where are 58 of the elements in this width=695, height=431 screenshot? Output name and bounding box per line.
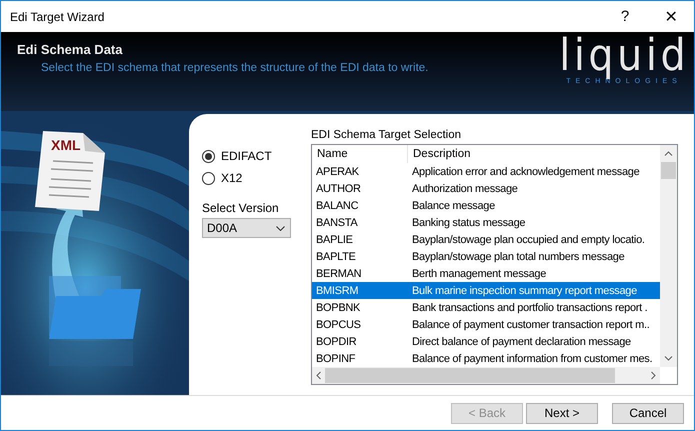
description-cell-text: Bulk marine inspection summary report message (411, 284, 638, 296)
description-cell-text: Balance message (411, 200, 496, 212)
name-cell-text: BOPDIR (315, 336, 358, 348)
name-cell-text: BAPLTE (315, 250, 357, 262)
description-cell-text: Application error and acknowledgement message (411, 166, 640, 178)
schema-row[interactable]: BMISRM Bulk marine inspection summary report message (312, 282, 660, 299)
standard-radio[interactable]: X12 (202, 167, 302, 189)
version-label: Select Version (202, 201, 280, 215)
scroll-thumb[interactable] (661, 162, 676, 179)
name-cell-text: AUTHOR (315, 182, 362, 194)
help-button[interactable]: ? (602, 1, 648, 32)
name-cell-text: BOPINF (315, 352, 356, 364)
version-dropdown[interactable]: D00A (202, 218, 291, 238)
description-cell-text: Direct balance of payment declaration message (411, 336, 632, 348)
schema-row[interactable]: BAPLIE Bayplan/stowage plan occupied and empty locatio. (312, 231, 660, 248)
schema-row[interactable]: BOPCUS Balance of payment customer transaction report m.. (312, 316, 660, 333)
column-header[interactable]: Name (312, 145, 408, 163)
name-cell-text: BERMAN (315, 268, 362, 280)
page-description: Select the EDI schema that represents the structure of the EDI data to write. (40, 62, 428, 74)
name-cell-text: BOPBNK (315, 302, 362, 314)
schema-row[interactable]: BOPBNK Bank transactions and portfolio transactions report . (312, 299, 660, 316)
standard-radio[interactable]: EDIFACT (202, 145, 302, 167)
schema-row[interactable]: APERAK Application error and acknowledgement message (312, 163, 660, 180)
page-heading: Edi Schema Data (17, 42, 124, 57)
name-cell-text: BMISRM (315, 284, 360, 296)
name-cell-text: APERAK (315, 166, 360, 178)
scroll-thumb[interactable] (325, 368, 615, 383)
schema-row[interactable]: BOPDIR Direct balance of payment declaration message (312, 333, 660, 350)
name-cell-text: BALANC (315, 200, 360, 212)
vertical-scrollbar[interactable] (660, 145, 677, 367)
radio-label: EDIFACT (221, 149, 272, 163)
name-cell-text: BANSTA (315, 216, 358, 228)
window-title: Edi Target Wizard (10, 10, 106, 24)
schema-row[interactable]: BOPINF Balance of payment information from customer mes. (312, 350, 660, 367)
description-cell-text: Banking status message (411, 216, 526, 228)
column-header[interactable]: Description (408, 145, 648, 163)
document-label: XML (51, 137, 81, 153)
schema-row[interactable]: BALANC Balance message (312, 197, 660, 214)
list-title: EDI Schema Target Selection (311, 129, 462, 141)
wizard-button[interactable]: Cancel (612, 402, 684, 424)
schema-row[interactable]: BERMAN Berth management message (312, 265, 660, 282)
description-cell-text: Bayplan/stowage plan total numbers message (411, 250, 626, 262)
radio-label: X12 (221, 171, 242, 185)
description-cell-text: Bank transactions and portfolio transactions report . (411, 302, 648, 314)
schema-row[interactable]: BANSTA Banking status message (312, 214, 660, 231)
horizontal-scrollbar[interactable] (312, 367, 660, 384)
schema-row[interactable]: BAPLTE Bayplan/stowage plan total numbers message (312, 248, 660, 265)
description-cell-text: Balance of payment customer transaction report m.. (411, 318, 651, 330)
name-cell-text: BOPCUS (315, 318, 362, 330)
schema-row[interactable]: AUTHOR Authorization message (312, 180, 660, 197)
description-cell-text: Balance of payment information from customer mes. (411, 352, 654, 364)
description-cell-text: Bayplan/stowage plan occupied and empty locatio. (411, 234, 646, 246)
chevron-icon (276, 226, 285, 230)
description-cell-text: Berth management message (411, 268, 548, 280)
name-cell-text: BAPLIE (315, 234, 354, 246)
close-button[interactable]: ✕ (648, 1, 694, 32)
wizard-button[interactable]: Next > (526, 402, 598, 424)
description-cell-text: Authorization message (411, 182, 519, 194)
